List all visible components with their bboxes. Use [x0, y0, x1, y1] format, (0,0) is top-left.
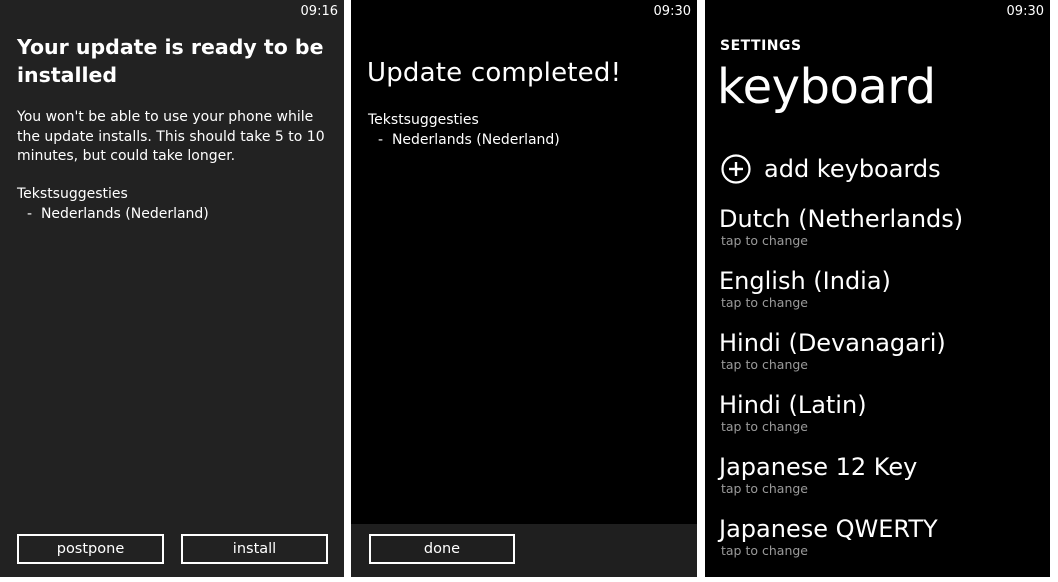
section-title: Tekstsuggesties	[17, 186, 128, 202]
keyboard-hint: tap to change	[721, 543, 808, 558]
add-keyboards-label: add keyboards	[764, 155, 941, 183]
keyboard-hint: tap to change	[721, 481, 808, 496]
keyboard-list: Dutch (Netherlands) tap to change Englis…	[719, 204, 1049, 576]
update-contents: Tekstsuggesties - Nederlands (Nederland)	[17, 185, 209, 224]
update-completed-screen: 09:30 Update completed! Tekstsuggesties …	[351, 0, 697, 577]
app-bar: done	[351, 524, 697, 577]
keyboard-name: English (India)	[719, 267, 891, 295]
keyboard-name: Dutch (Netherlands)	[719, 205, 964, 233]
plus-circle-icon	[721, 154, 751, 184]
keyboard-hint: tap to change	[721, 295, 808, 310]
keyboard-hint: tap to change	[721, 419, 808, 434]
settings-header: SETTINGS	[720, 38, 802, 54]
section-item: - Nederlands (Nederland)	[378, 131, 560, 148]
section-item: - Nederlands (Nederland)	[27, 205, 209, 222]
app-bar: postpone install	[0, 524, 344, 577]
keyboard-list-item[interactable]: Japanese 12 Key tap to change	[719, 452, 1049, 514]
keyboard-list-item[interactable]: Hindi (Devanagari) tap to change	[719, 328, 1049, 390]
status-bar-clock: 09:30	[1006, 4, 1044, 19]
keyboard-name: Hindi (Devanagari)	[719, 329, 946, 357]
keyboard-name: Japanese 12 Key	[719, 453, 918, 481]
update-description: You won't be able to use your phone whil…	[17, 109, 325, 164]
keyboard-settings-screen: 09:30 SETTINGS keyboard add keyboards Du…	[705, 0, 1050, 577]
keyboard-name: Japanese QWERTY	[719, 515, 938, 543]
update-contents: Tekstsuggesties - Nederlands (Nederland)	[368, 111, 560, 150]
postpone-button[interactable]: postpone	[17, 534, 164, 564]
keyboard-hint: tap to change	[721, 357, 808, 372]
keyboard-list-item[interactable]: English (India) tap to change	[719, 266, 1049, 328]
keyboard-name: Hindi (Latin)	[719, 391, 867, 419]
keyboard-hint: tap to change	[721, 233, 808, 248]
page-title: Your update is ready to be installed	[17, 35, 324, 87]
status-bar-clock: 09:16	[300, 4, 338, 19]
keyboard-list-item[interactable]: Japanese QWERTY tap to change	[719, 514, 1049, 576]
page-title: keyboard	[717, 59, 936, 115]
page-title: Update completed!	[367, 58, 622, 88]
add-keyboards-button[interactable]: add keyboards	[721, 153, 941, 185]
keyboard-list-item[interactable]: Hindi (Latin) tap to change	[719, 390, 1049, 452]
keyboard-list-item[interactable]: Dutch (Netherlands) tap to change	[719, 204, 1049, 266]
done-button[interactable]: done	[369, 534, 515, 564]
status-bar-clock: 09:30	[653, 4, 691, 19]
section-title: Tekstsuggesties	[368, 112, 479, 128]
install-button[interactable]: install	[181, 534, 328, 564]
update-ready-screen: 09:16 Your update is ready to be install…	[0, 0, 344, 577]
